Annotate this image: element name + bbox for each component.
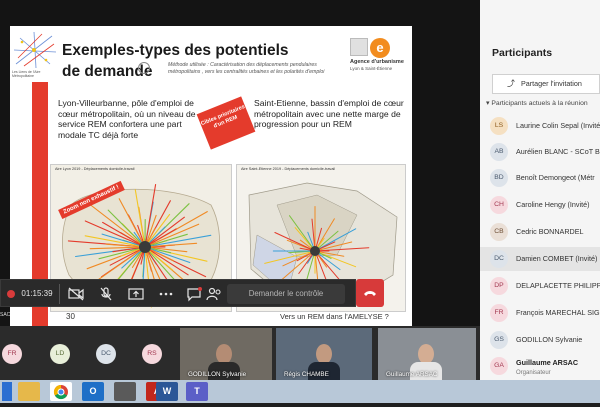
- method-note: Méthode utilisée : Caractérisation des d…: [168, 62, 348, 75]
- hang-up-icon: [363, 288, 377, 298]
- agency-name: Agence d'urbanisme: [350, 59, 412, 65]
- avatar: LS: [490, 117, 508, 135]
- participant-row[interactable]: FR François MARECHAL SIG: [480, 301, 600, 325]
- participant-tiles: FR LD DC RS GODILLON Sylvanie Régis CHAM…: [0, 326, 480, 380]
- participant-row[interactable]: DP DELAPLACETTE PHILIPPE: [480, 274, 600, 298]
- avatar: GS: [490, 331, 508, 349]
- avatar: FR: [490, 304, 508, 322]
- participant-face: [418, 344, 434, 364]
- video-tile-name: GODILLON Sylvanie: [188, 371, 246, 378]
- avatar: BD: [490, 169, 508, 187]
- agency-logo-square-icon: [350, 38, 368, 56]
- participant-row[interactable]: AB Aurélien BLANC - SCoT Bu: [480, 140, 600, 164]
- magnifier-icon: [138, 62, 150, 74]
- participant-face: [316, 344, 332, 364]
- outlook-icon[interactable]: O: [82, 382, 104, 401]
- participant-role: Organisateur: [516, 370, 551, 376]
- share-invitation-button[interactable]: ⤴ Partager l'invitation: [492, 74, 600, 94]
- avatar: DP: [490, 277, 508, 295]
- tile-label: SAC: [0, 312, 10, 318]
- video-off-icon[interactable]: [67, 286, 85, 302]
- slide-page-number: 30: [66, 312, 75, 321]
- participant-row[interactable]: CB Cedric BONNARDEL: [480, 220, 600, 244]
- avatar[interactable]: FR: [2, 344, 22, 364]
- avatar: AB: [490, 143, 508, 161]
- participants-panel: Participants ⤴ Partager l'invitation ▾ P…: [480, 0, 600, 380]
- more-icon[interactable]: [157, 286, 175, 302]
- start-button[interactable]: [2, 382, 12, 401]
- saint-etienne-map-header: Aire Saint-Etienne 2019 - Déplacements d…: [241, 167, 335, 172]
- lyon-description: Lyon-Villeurbanne, pôle d'emploi de cœur…: [58, 98, 198, 140]
- participant-row[interactable]: GA Guillaume ARSAC Organisateur: [480, 354, 600, 378]
- avatar: CH: [490, 196, 508, 214]
- toolbar-divider: [59, 284, 60, 304]
- participant-row[interactable]: GS GODILLON Sylvanie: [480, 328, 600, 352]
- request-control-button[interactable]: Demander le contrôle: [227, 284, 345, 304]
- lyon-map-header: Aire Lyon 2019 - Déplacements domicile-t…: [55, 167, 134, 172]
- mic-off-icon[interactable]: [97, 286, 115, 302]
- participant-name: François MARECHAL SIG: [516, 308, 600, 317]
- windows-taskbar: O A W T: [0, 380, 600, 403]
- chrome-logo-icon: [53, 384, 69, 400]
- meeting-controls-bar: 01:15:39 Demander le contrôle: [0, 279, 356, 307]
- participant-row[interactable]: LS Laurine Colin Sepal (Invité): [480, 114, 600, 138]
- video-tile[interactable]: Guillaume ARSAC: [378, 328, 476, 380]
- slide-title: Exemples-types des potentiels de demande: [62, 40, 302, 82]
- participant-name: Guillaume ARSAC: [516, 358, 578, 367]
- priority-callout: Cibles prioritaires d'un REM: [197, 96, 256, 149]
- chrome-icon[interactable]: [50, 382, 72, 401]
- participant-name: Cedric BONNARDEL: [516, 227, 584, 236]
- video-tile-name: Guillaume ARSAC: [386, 371, 437, 378]
- avatar: CB: [490, 223, 508, 241]
- share-screen-icon[interactable]: [127, 286, 145, 302]
- current-participants-header[interactable]: ▾ Participants actuels à la réunion: [486, 99, 588, 107]
- participants-icon[interactable]: [205, 286, 223, 302]
- agency-logo: e Agence d'urbanisme Lyon & Saint-Étienn…: [350, 38, 410, 74]
- teams-window: Les Liens de l'Aire Métropolitaine Exemp…: [0, 0, 600, 380]
- word-icon[interactable]: W: [156, 382, 178, 401]
- slide-footer: Vers un REM dans l'AMELYSE ?: [280, 312, 389, 321]
- logo-caption: Les Liens de l'Aire Métropolitaine: [12, 70, 60, 78]
- share-icon: ⤴: [507, 75, 515, 93]
- avatar[interactable]: DC: [96, 344, 116, 364]
- shared-screen-stage: Les Liens de l'Aire Métropolitaine Exemp…: [0, 0, 480, 326]
- participant-name: Laurine Colin Sepal (Invité): [516, 121, 600, 130]
- avatar[interactable]: LD: [50, 344, 70, 364]
- hang-up-button[interactable]: [356, 279, 384, 307]
- participant-face: [216, 344, 232, 364]
- share-invitation-label: Partager l'invitation: [521, 79, 582, 88]
- video-tile[interactable]: GODILLON Sylvanie: [180, 328, 272, 380]
- participant-row[interactable]: DC Damien COMBET (Invité): [480, 247, 600, 271]
- meeting-timer: 01:15:39: [19, 286, 55, 302]
- participant-row[interactable]: BD Benoît Demongeot (Métr: [480, 166, 600, 190]
- recording-indicator-icon: [7, 290, 15, 298]
- participant-name: Aurélien BLANC - SCoT Bu: [516, 147, 600, 156]
- agency-subtitle: Lyon & Saint-Étienne: [350, 66, 412, 71]
- chat-icon[interactable]: [185, 286, 203, 302]
- network-logo-icon: [12, 30, 58, 70]
- participant-name: Damien COMBET (Invité): [516, 254, 597, 263]
- video-tile[interactable]: Régis CHAMBE: [276, 328, 372, 380]
- participant-name: GODILLON Sylvanie: [516, 335, 582, 344]
- avatar: DC: [490, 250, 508, 268]
- saint-etienne-description: Saint-Etienne, bassin d'emploi de cœur m…: [254, 98, 404, 130]
- video-tile-name: Régis CHAMBE: [284, 371, 329, 378]
- calculator-icon[interactable]: [114, 382, 136, 401]
- participant-name: DELAPLACETTE PHILIPPE: [516, 281, 600, 290]
- participant-name: Caroline Hengy (Invité): [516, 200, 590, 209]
- avatar: GA: [490, 357, 508, 375]
- participants-title: Participants: [492, 47, 552, 59]
- participant-name: Benoît Demongeot (Métr: [516, 173, 595, 182]
- file-explorer-icon[interactable]: [18, 382, 40, 401]
- teams-icon[interactable]: T: [186, 382, 208, 401]
- agency-logo-e-icon: e: [370, 38, 390, 58]
- section-header-label: Participants actuels à la réunion: [491, 100, 587, 107]
- participant-row[interactable]: CH Caroline Hengy (Invité): [480, 193, 600, 217]
- avatar[interactable]: RS: [142, 344, 162, 364]
